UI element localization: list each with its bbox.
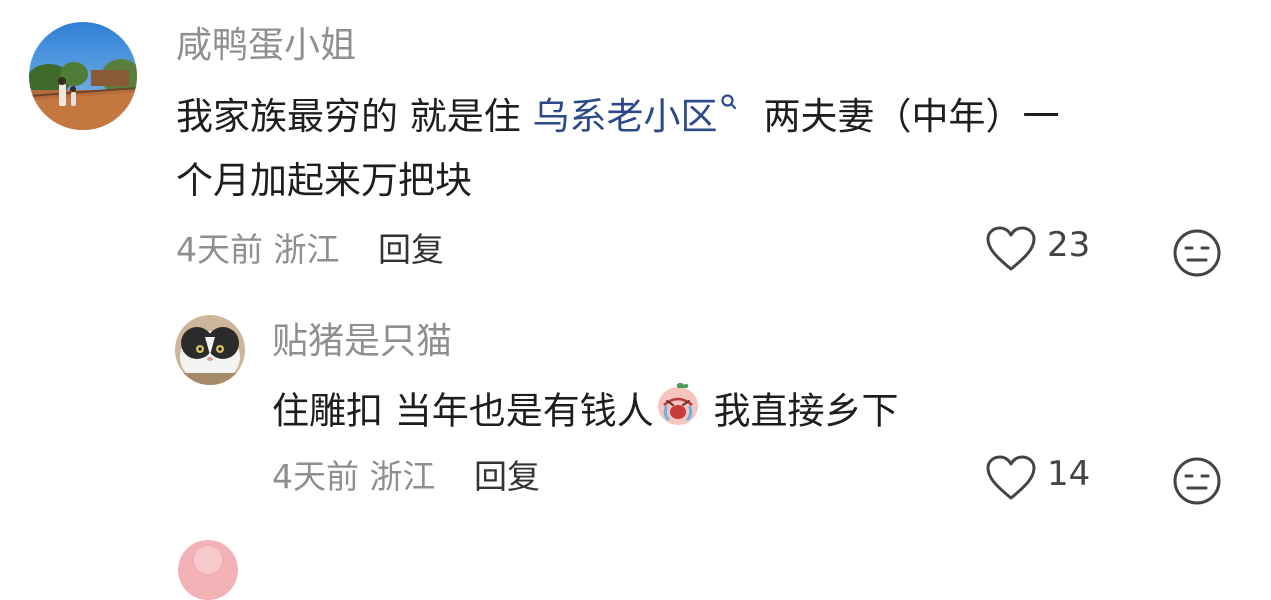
crying-emoji <box>654 379 702 439</box>
neutral-face-icon <box>1173 457 1221 505</box>
heart-outline-icon <box>985 454 1037 506</box>
reply-button[interactable]: 回复 <box>474 457 540 496</box>
comment-text-line-1: 我家族最穷的 就是住 乌系老小区 两夫妻（中年）一 <box>176 93 1060 141</box>
commenter-avatar[interactable] <box>178 540 238 600</box>
comment-time: 4天前 <box>176 230 263 269</box>
commenter-avatar[interactable] <box>29 22 137 130</box>
comment-text: 住雕扣 当年也是有钱人 <box>272 389 654 433</box>
comment-username[interactable]: 咸鸭蛋小姐 <box>176 24 356 68</box>
commenter-avatar[interactable] <box>175 315 245 385</box>
search-icon[interactable] <box>720 75 738 123</box>
comment-text: 我直接乡下 <box>701 389 899 433</box>
comment-text: 两夫妻（中年）一 <box>763 95 1060 138</box>
heart-outline-icon <box>985 225 1037 277</box>
neutral-face-icon <box>1173 229 1221 277</box>
like-count: 14 <box>1047 454 1091 494</box>
comment-location: 浙江 <box>273 230 340 269</box>
comment-username[interactable]: 贴猪是只猫 <box>272 320 452 364</box>
comment-time: 4天前 <box>272 457 359 496</box>
comment-text-line-2: 个月加起来万把块 <box>176 159 472 202</box>
search-keyword-link[interactable]: 乌系老小区 <box>533 95 718 138</box>
comment-meta: 4天前 浙江 回复 <box>272 456 540 498</box>
dislike-button[interactable] <box>1172 456 1222 506</box>
dislike-button[interactable] <box>1172 228 1222 278</box>
comment-meta: 4天前 浙江 回复 <box>176 229 444 271</box>
like-count: 23 <box>1047 225 1091 265</box>
reply-button[interactable]: 回复 <box>378 230 444 269</box>
comment-text: 我家族最穷的 就是住 <box>176 95 533 138</box>
like-button[interactable]: 14 <box>985 454 1091 506</box>
comment-text-line-1: 住雕扣 当年也是有钱人 我直接乡下 <box>272 382 899 443</box>
comment-location: 浙江 <box>369 457 436 496</box>
like-button[interactable]: 23 <box>985 225 1091 277</box>
